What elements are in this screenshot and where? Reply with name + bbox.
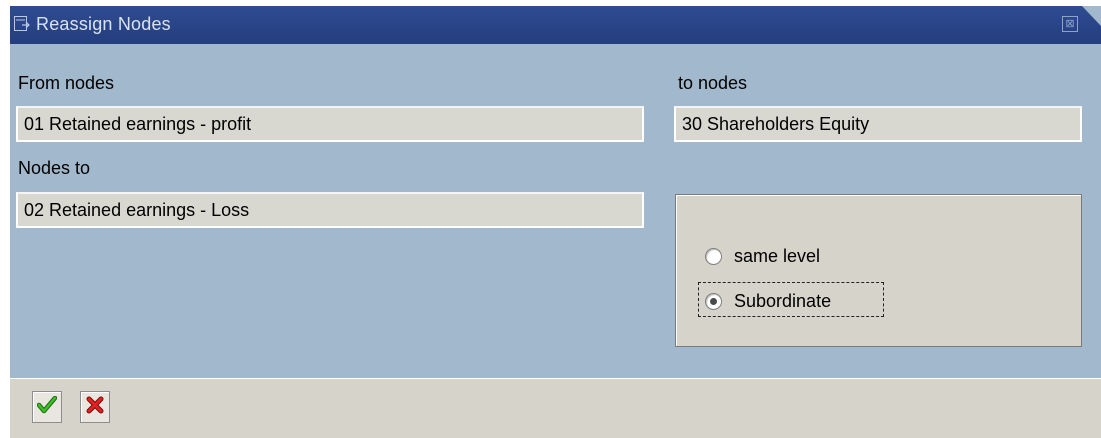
same-level-label: same level [734, 246, 821, 266]
window-icon [14, 16, 30, 32]
subordinate-label: Subordinate [734, 291, 832, 311]
same-level-radio[interactable] [705, 248, 722, 265]
cancel-button[interactable] [80, 391, 110, 423]
reassign-nodes-dialog: Reassign Nodes ⊠ From nodes 01 Retained … [10, 6, 1101, 438]
subordinate-option[interactable]: Subordinate [705, 291, 831, 312]
from-nodes-label: From nodes [18, 73, 115, 93]
checkmark-icon [36, 395, 58, 419]
dialog-title: Reassign Nodes [36, 14, 171, 34]
subordinate-radio[interactable] [705, 293, 722, 310]
cancel-icon [86, 396, 104, 419]
same-level-option[interactable]: same level [705, 246, 820, 267]
dialog-toolbar [10, 378, 1101, 438]
from-nodes-field[interactable]: 01 Retained earnings - profit [16, 106, 644, 142]
placement-options-box: same level Subordinate [675, 194, 1082, 347]
confirm-button[interactable] [32, 391, 62, 423]
close-icon[interactable]: ⊠ [1062, 16, 1078, 32]
to-nodes-label: to nodes [678, 73, 748, 93]
nodes-to-field[interactable]: 02 Retained earnings - Loss [16, 192, 644, 228]
dialog-titlebar[interactable]: Reassign Nodes ⊠ [10, 6, 1101, 44]
nodes-to-label: Nodes to [18, 158, 91, 178]
to-nodes-field[interactable]: 30 Shareholders Equity [674, 106, 1082, 142]
